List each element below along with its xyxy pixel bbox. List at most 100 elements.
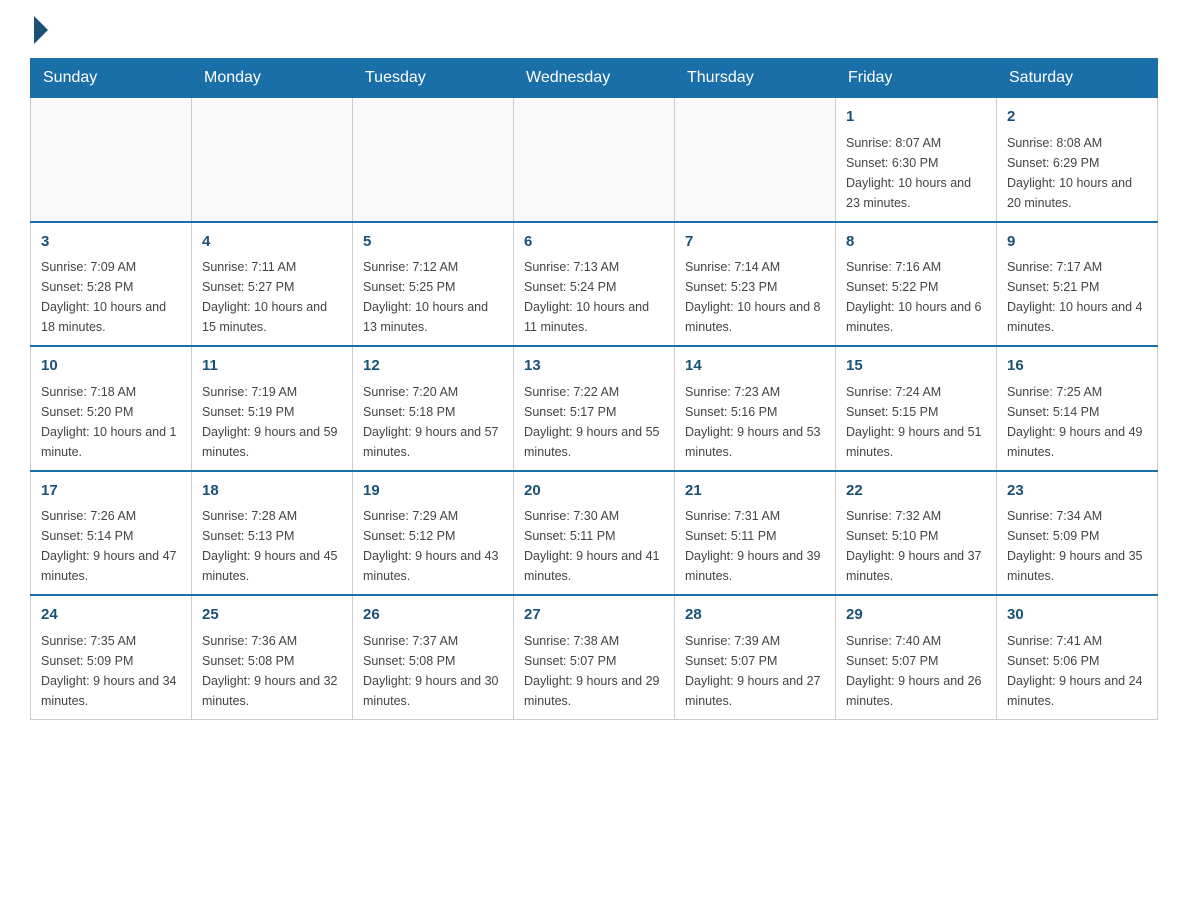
weekday-header-tuesday: Tuesday xyxy=(353,59,514,98)
day-number: 19 xyxy=(363,480,503,503)
day-info: Sunrise: 7:20 AMSunset: 5:18 PMDaylight:… xyxy=(363,382,503,462)
calendar-cell: 28Sunrise: 7:39 AMSunset: 5:07 PMDayligh… xyxy=(675,595,836,719)
calendar-cell: 7 Sunrise: 7:14 AMSunset: 5:23 PMDaylight… xyxy=(675,222,836,347)
calendar-cell: 24Sunrise: 7:35 AMSunset: 5:09 PMDayligh… xyxy=(31,595,192,719)
weekday-header-thursday: Thursday xyxy=(675,59,836,98)
logo-top xyxy=(30,20,48,44)
weekday-header-monday: Monday xyxy=(192,59,353,98)
day-info: Sunrise: 7:41 AMSunset: 5:06 PMDaylight:… xyxy=(1007,631,1147,711)
day-number: 23 xyxy=(1007,480,1147,503)
day-info: Sunrise: 7:12 AMSunset: 5:25 PMDaylight:… xyxy=(363,257,503,337)
day-number: 5 xyxy=(363,231,503,254)
day-info: Sunrise: 7:38 AMSunset: 5:07 PMDaylight:… xyxy=(524,631,664,711)
day-number: 8 xyxy=(846,231,986,254)
day-info: Sunrise: 7:09 AMSunset: 5:28 PMDaylight:… xyxy=(41,257,181,337)
day-number: 14 xyxy=(685,355,825,378)
day-number: 9 xyxy=(1007,231,1147,254)
calendar-cell xyxy=(353,98,514,222)
calendar-cell: 12 Sunrise: 7:20 AMSunset: 5:18 PMDayligh… xyxy=(353,346,514,471)
calendar-cell xyxy=(192,98,353,222)
calendar-cell: 21 Sunrise: 7:31 AMSunset: 5:11 PMDayligh… xyxy=(675,471,836,596)
day-number: 20 xyxy=(524,480,664,503)
calendar-cell: 25Sunrise: 7:36 AMSunset: 5:08 PMDayligh… xyxy=(192,595,353,719)
weekday-header-wednesday: Wednesday xyxy=(514,59,675,98)
calendar-cell xyxy=(514,98,675,222)
calendar-cell: 4 Sunrise: 7:11 AMSunset: 5:27 PMDaylight… xyxy=(192,222,353,347)
day-number: 18 xyxy=(202,480,342,503)
day-info: Sunrise: 7:34 AMSunset: 5:09 PMDaylight:… xyxy=(1007,506,1147,586)
day-info: Sunrise: 7:31 AMSunset: 5:11 PMDaylight:… xyxy=(685,506,825,586)
calendar-cell: 22Sunrise: 7:32 AMSunset: 5:10 PMDayligh… xyxy=(836,471,997,596)
day-info: Sunrise: 7:26 AMSunset: 5:14 PMDaylight:… xyxy=(41,506,181,586)
calendar-cell: 18 Sunrise: 7:28 AMSunset: 5:13 PMDayligh… xyxy=(192,471,353,596)
day-number: 6 xyxy=(524,231,664,254)
day-info: Sunrise: 7:23 AMSunset: 5:16 PMDaylight:… xyxy=(685,382,825,462)
day-info: Sunrise: 7:40 AMSunset: 5:07 PMDaylight:… xyxy=(846,631,986,711)
day-number: 3 xyxy=(41,231,181,254)
day-info: Sunrise: 7:29 AMSunset: 5:12 PMDaylight:… xyxy=(363,506,503,586)
day-info: Sunrise: 7:22 AMSunset: 5:17 PMDaylight:… xyxy=(524,382,664,462)
weekday-header-sunday: Sunday xyxy=(31,59,192,98)
calendar-cell: 27Sunrise: 7:38 AMSunset: 5:07 PMDayligh… xyxy=(514,595,675,719)
calendar-cell: 11 Sunrise: 7:19 AMSunset: 5:19 PMDayligh… xyxy=(192,346,353,471)
logo-arrow-icon xyxy=(34,16,48,44)
day-info: Sunrise: 7:30 AMSunset: 5:11 PMDaylight:… xyxy=(524,506,664,586)
day-info: Sunrise: 8:07 AMSunset: 6:30 PMDaylight:… xyxy=(846,133,986,213)
day-info: Sunrise: 7:19 AMSunset: 5:19 PMDaylight:… xyxy=(202,382,342,462)
day-number: 26 xyxy=(363,604,503,627)
calendar-cell: 10 Sunrise: 7:18 AMSunset: 5:20 PMDayligh… xyxy=(31,346,192,471)
day-number: 7 xyxy=(685,231,825,254)
calendar-cell: 14 Sunrise: 7:23 AMSunset: 5:16 PMDayligh… xyxy=(675,346,836,471)
calendar-table: SundayMondayTuesdayWednesdayThursdayFrid… xyxy=(30,58,1158,720)
day-info: Sunrise: 7:17 AMSunset: 5:21 PMDaylight:… xyxy=(1007,257,1147,337)
day-info: Sunrise: 7:11 AMSunset: 5:27 PMDaylight:… xyxy=(202,257,342,337)
calendar-week-row: 17 Sunrise: 7:26 AMSunset: 5:14 PMDayligh… xyxy=(31,471,1158,596)
day-info: Sunrise: 7:14 AMSunset: 5:23 PMDaylight:… xyxy=(685,257,825,337)
day-number: 4 xyxy=(202,231,342,254)
day-info: Sunrise: 7:28 AMSunset: 5:13 PMDaylight:… xyxy=(202,506,342,586)
calendar-cell: 6 Sunrise: 7:13 AMSunset: 5:24 PMDaylight… xyxy=(514,222,675,347)
day-info: Sunrise: 7:16 AMSunset: 5:22 PMDaylight:… xyxy=(846,257,986,337)
calendar-cell: 9 Sunrise: 7:17 AMSunset: 5:21 PMDaylight… xyxy=(997,222,1158,347)
day-number: 2 xyxy=(1007,106,1147,129)
day-info: Sunrise: 7:13 AMSunset: 5:24 PMDaylight:… xyxy=(524,257,664,337)
calendar-cell: 3 Sunrise: 7:09 AMSunset: 5:28 PMDaylight… xyxy=(31,222,192,347)
page-header xyxy=(30,20,1158,38)
day-number: 15 xyxy=(846,355,986,378)
day-number: 1 xyxy=(846,106,986,129)
calendar-week-row: 1 Sunrise: 8:07 AMSunset: 6:30 PMDaylight… xyxy=(31,98,1158,222)
day-info: Sunrise: 7:37 AMSunset: 5:08 PMDaylight:… xyxy=(363,631,503,711)
calendar-cell: 30 Sunrise: 7:41 AMSunset: 5:06 PMDayligh… xyxy=(997,595,1158,719)
day-number: 11 xyxy=(202,355,342,378)
calendar-week-row: 24Sunrise: 7:35 AMSunset: 5:09 PMDayligh… xyxy=(31,595,1158,719)
day-info: Sunrise: 7:35 AMSunset: 5:09 PMDaylight:… xyxy=(41,631,181,711)
day-number: 30 xyxy=(1007,604,1147,627)
day-number: 25 xyxy=(202,604,342,627)
calendar-cell: 19 Sunrise: 7:29 AMSunset: 5:12 PMDayligh… xyxy=(353,471,514,596)
day-number: 12 xyxy=(363,355,503,378)
calendar-week-row: 3 Sunrise: 7:09 AMSunset: 5:28 PMDaylight… xyxy=(31,222,1158,347)
day-number: 22 xyxy=(846,480,986,503)
day-number: 16 xyxy=(1007,355,1147,378)
day-number: 10 xyxy=(41,355,181,378)
calendar-cell: 23 Sunrise: 7:34 AMSunset: 5:09 PMDayligh… xyxy=(997,471,1158,596)
calendar-cell: 13 Sunrise: 7:22 AMSunset: 5:17 PMDayligh… xyxy=(514,346,675,471)
calendar-cell: 15Sunrise: 7:24 AMSunset: 5:15 PMDayligh… xyxy=(836,346,997,471)
calendar-week-row: 10 Sunrise: 7:18 AMSunset: 5:20 PMDayligh… xyxy=(31,346,1158,471)
calendar-cell: 29 Sunrise: 7:40 AMSunset: 5:07 PMDayligh… xyxy=(836,595,997,719)
day-number: 17 xyxy=(41,480,181,503)
day-info: Sunrise: 7:25 AMSunset: 5:14 PMDaylight:… xyxy=(1007,382,1147,462)
calendar-cell: 8 Sunrise: 7:16 AMSunset: 5:22 PMDaylight… xyxy=(836,222,997,347)
day-number: 28 xyxy=(685,604,825,627)
calendar-cell: 1 Sunrise: 8:07 AMSunset: 6:30 PMDaylight… xyxy=(836,98,997,222)
weekday-header-friday: Friday xyxy=(836,59,997,98)
calendar-cell: 5 Sunrise: 7:12 AMSunset: 5:25 PMDaylight… xyxy=(353,222,514,347)
calendar-cell: 2Sunrise: 8:08 AMSunset: 6:29 PMDaylight… xyxy=(997,98,1158,222)
calendar-cell xyxy=(31,98,192,222)
calendar-cell: 17 Sunrise: 7:26 AMSunset: 5:14 PMDayligh… xyxy=(31,471,192,596)
day-number: 21 xyxy=(685,480,825,503)
day-info: Sunrise: 7:18 AMSunset: 5:20 PMDaylight:… xyxy=(41,382,181,462)
day-number: 29 xyxy=(846,604,986,627)
day-number: 13 xyxy=(524,355,664,378)
calendar-cell: 20 Sunrise: 7:30 AMSunset: 5:11 PMDayligh… xyxy=(514,471,675,596)
